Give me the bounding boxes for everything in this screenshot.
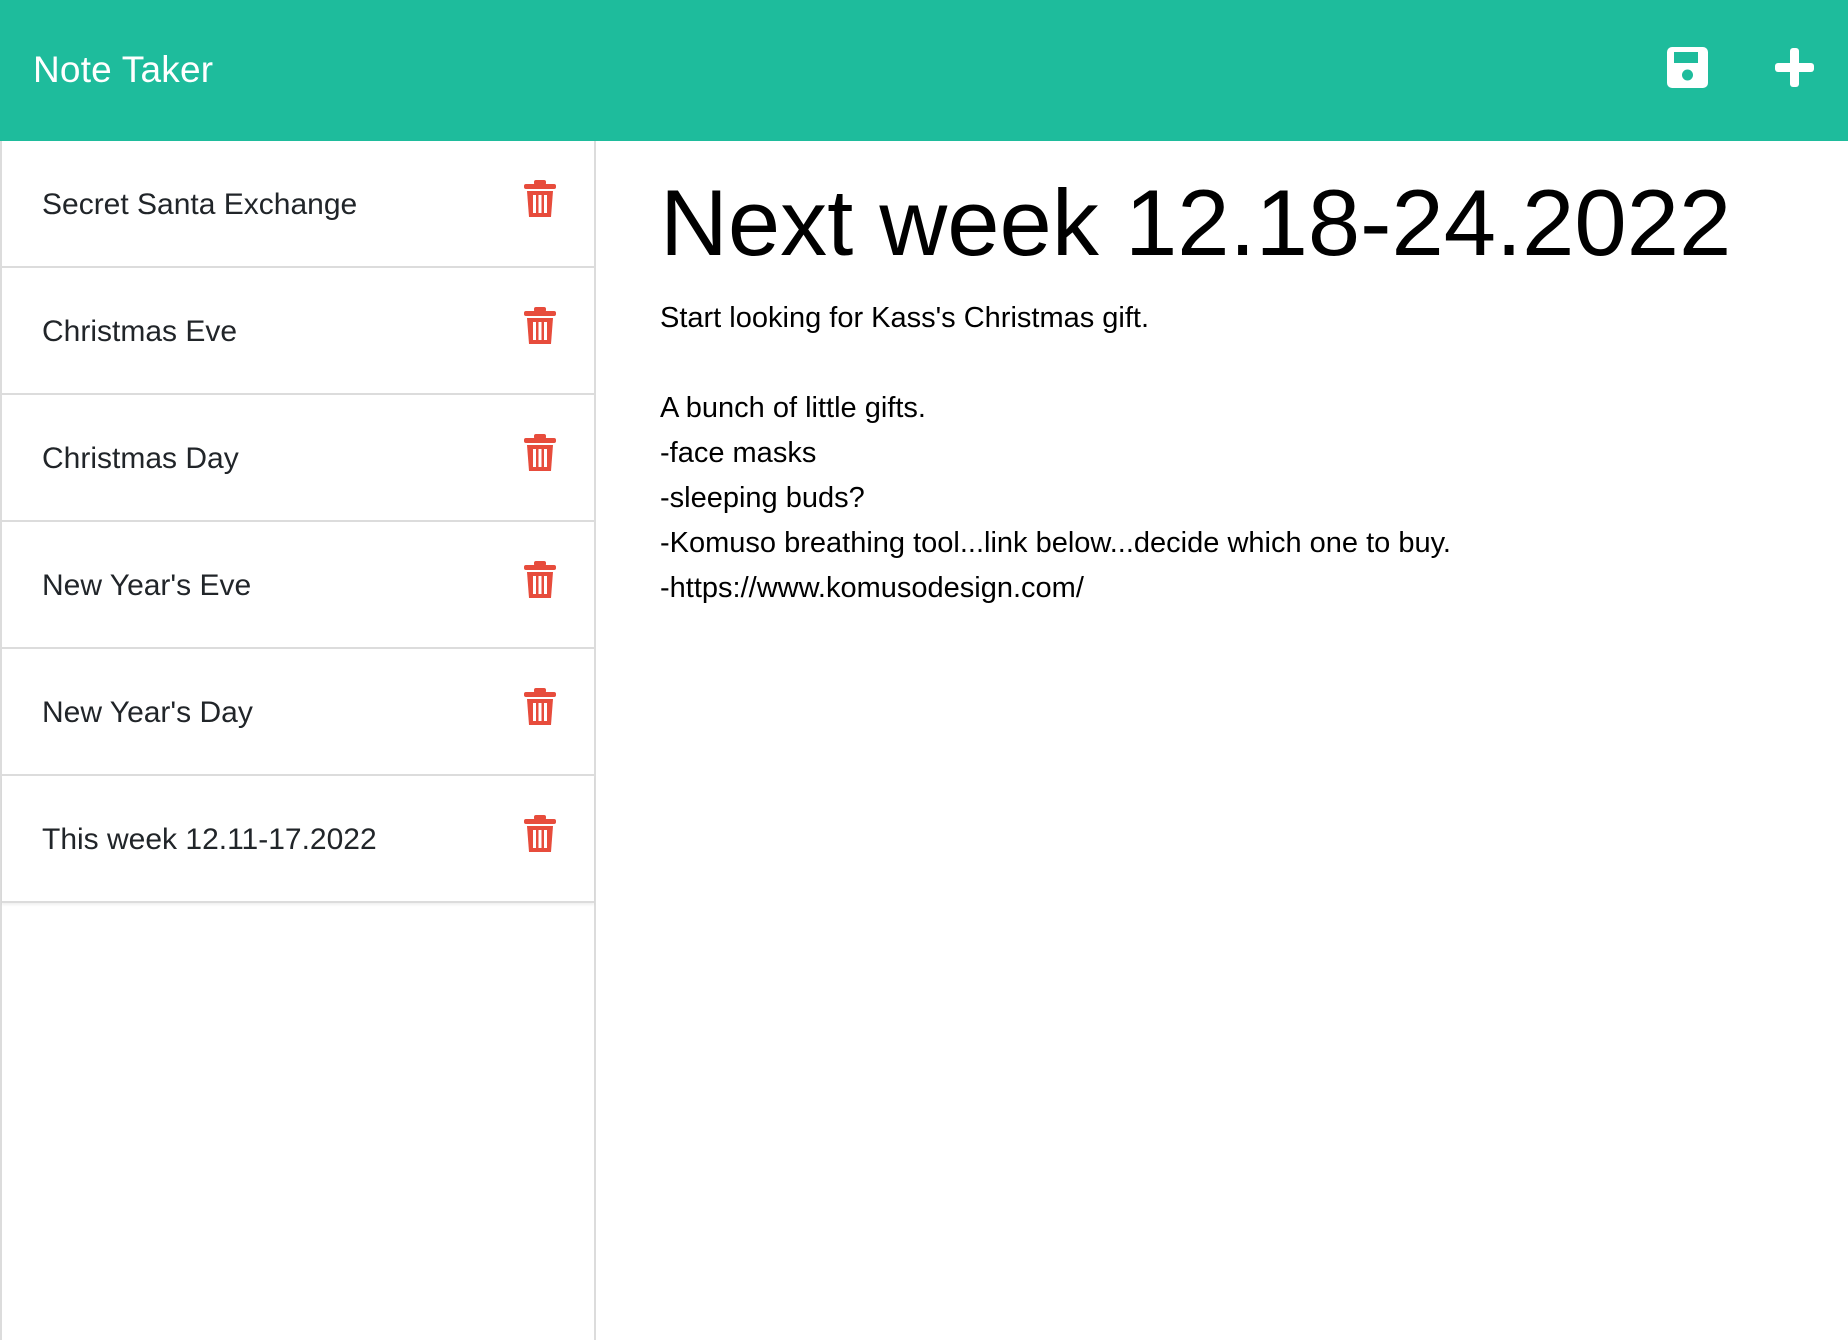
note-list-item[interactable]: Secret Santa Exchange [2,141,594,268]
note-text-line: A bunch of little gifts. [660,392,926,424]
trash-icon[interactable] [523,687,557,727]
note-title-input[interactable]: Next week 12.18-24.2022 [660,163,1731,283]
note-title[interactable]: Christmas Eve [42,268,237,395]
note-title[interactable]: Christmas Day [42,395,239,522]
note-editor: Next week 12.18-24.2022 Start looking fo… [596,141,1848,1340]
note-list: Secret Santa Exchange Christmas Eve Chri… [2,141,594,903]
note-title[interactable]: New Year's Day [42,649,253,776]
note-list-item[interactable]: Christmas Eve [2,268,594,395]
note-text-area[interactable]: Start looking for Kass's Christmas gift.… [660,296,1780,611]
note-list-item[interactable]: This week 12.11-17.2022 [2,776,594,903]
trash-icon[interactable] [523,179,557,219]
note-list-item[interactable]: Christmas Day [2,395,594,522]
trash-icon[interactable] [523,560,557,600]
note-text-line [660,341,1780,386]
notes-sidebar: Secret Santa Exchange Christmas Eve Chri… [0,141,596,1340]
note-text-line: -face masks [660,437,817,469]
plus-icon[interactable] [1772,45,1817,90]
navbar: Note Taker [0,0,1848,141]
trash-icon[interactable] [523,814,557,854]
note-text-line: -https://www.komusodesign.com/ [660,572,1084,604]
note-list-item[interactable]: New Year's Eve [2,522,594,649]
note-text-line: -Komuso breathing tool...link below...de… [660,527,1451,559]
trash-icon[interactable] [523,306,557,346]
note-text-line: -sleeping buds? [660,482,865,514]
save-icon[interactable] [1665,45,1710,90]
note-title[interactable]: This week 12.11-17.2022 [42,776,377,903]
app-title[interactable]: Note Taker [33,44,213,96]
trash-icon[interactable] [523,433,557,473]
note-title[interactable]: New Year's Eve [42,522,251,649]
note-title[interactable]: Secret Santa Exchange [42,141,357,268]
note-list-item[interactable]: New Year's Day [2,649,594,776]
note-text-line: Start looking for Kass's Christmas gift. [660,302,1150,334]
